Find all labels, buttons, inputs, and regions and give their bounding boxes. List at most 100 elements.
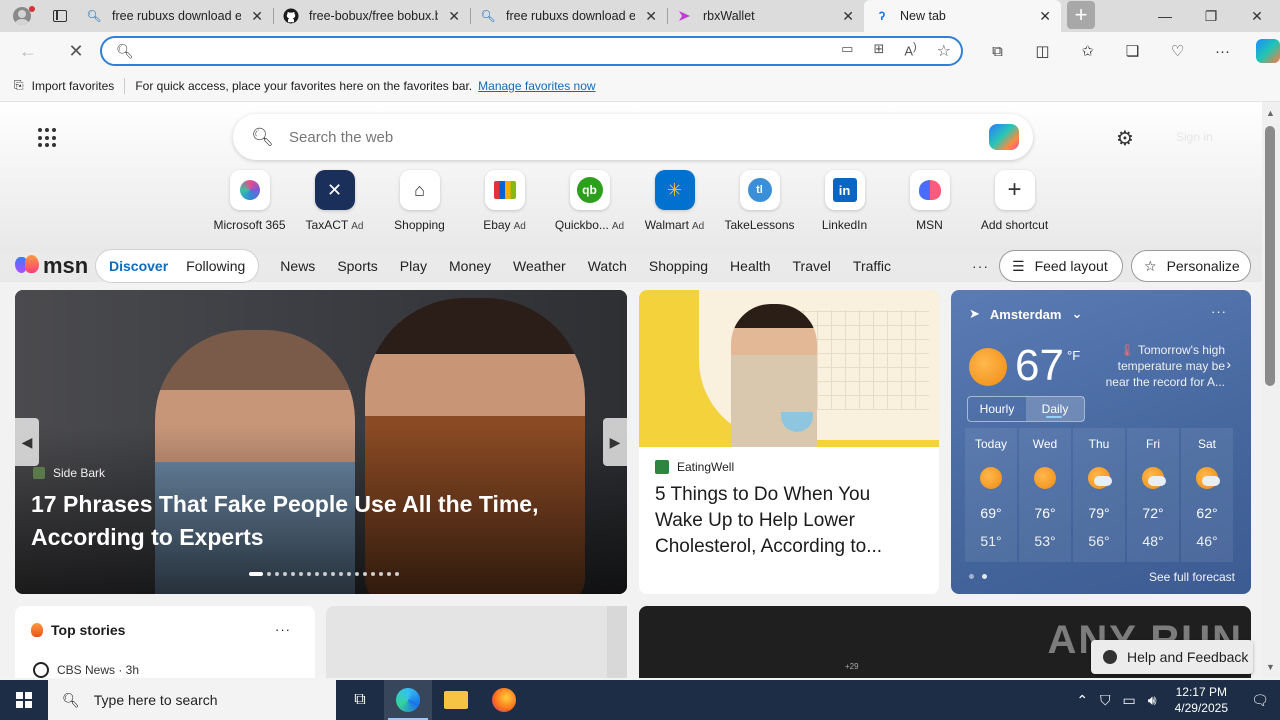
copilot-icon[interactable] — [989, 124, 1019, 150]
carousel-prev-button[interactable]: ◀ — [15, 418, 39, 466]
back-button[interactable]: ← — [10, 36, 46, 66]
forecast-day[interactable]: Today 69° 51° — [965, 428, 1017, 562]
tab-daily[interactable]: Daily — [1026, 397, 1084, 421]
close-tab-icon[interactable]: ✕ — [842, 8, 854, 25]
shortcut-walmart[interactable]: ✳ Walmart Ad — [632, 170, 717, 232]
tab-hourly[interactable]: Hourly — [968, 397, 1026, 421]
tab-3[interactable]: 🔍︎ free rubuxs download ex ✕ — [470, 0, 667, 32]
web-search-box[interactable]: 🔍︎ — [233, 114, 1033, 160]
more-categories-icon[interactable]: ··· — [972, 258, 989, 274]
tab-4[interactable]: rbxWallet ✕ — [667, 0, 864, 32]
category-news[interactable]: News — [269, 258, 326, 274]
shortcut-takelessons[interactable]: tl TakeLessons — [717, 170, 802, 232]
taskbar-edge[interactable] — [384, 680, 432, 720]
notifications-icon[interactable]: 🗨︎ — [1240, 680, 1280, 720]
task-view-icon[interactable]: ⧉ — [336, 680, 384, 720]
forecast-day[interactable]: Sat 62° 46° — [1181, 428, 1233, 562]
carousel-next-button[interactable]: ▶ — [603, 418, 627, 466]
sign-in-link[interactable]: Sign in — [1176, 130, 1213, 144]
page-scrollbar[interactable]: ▲ ▼ — [1262, 102, 1280, 678]
weather-alert[interactable]: 🌡︎ Tomorrow's high temperature may be ne… — [1095, 342, 1225, 390]
security-icon[interactable]: ⛉ — [1094, 692, 1117, 709]
help-and-feedback-button[interactable]: Help and Feedback — [1091, 640, 1253, 674]
shortcut-quickbooks[interactable]: qb Quickbo... Ad — [547, 170, 632, 232]
network-icon[interactable]: ▭ — [1117, 692, 1142, 709]
close-tab-icon[interactable]: ✕ — [645, 8, 657, 25]
category-play[interactable]: Play — [389, 258, 438, 274]
shortcut-msn[interactable]: MSN — [887, 170, 972, 232]
category-shopping[interactable]: Shopping — [638, 258, 719, 274]
close-tab-icon[interactable]: ✕ — [1039, 8, 1051, 25]
tab-actions-button[interactable] — [44, 0, 76, 32]
close-tab-icon[interactable]: ✕ — [448, 8, 460, 25]
category-sports[interactable]: Sports — [326, 258, 388, 274]
shortcut-linkedin[interactable]: in LinkedIn — [802, 170, 887, 232]
favorites-icon[interactable]: ✩ — [1065, 36, 1110, 66]
scroll-thumb[interactable] — [1265, 126, 1275, 386]
category-health[interactable]: Health — [719, 258, 781, 274]
category-traffic[interactable]: Traffic — [842, 258, 902, 274]
forecast-day[interactable]: Wed 76° 53° — [1019, 428, 1071, 562]
shortcut-ebay[interactable]: Ebay Ad — [462, 170, 547, 232]
extensions-icon[interactable]: ⧉ — [975, 36, 1020, 66]
hero-title[interactable]: 17 Phrases That Fake People Use All the … — [31, 488, 591, 554]
tab-new-tab[interactable]: ʔ New tab ✕ — [864, 0, 1061, 32]
feed-layout-button[interactable]: ☰ Feed layout — [999, 250, 1123, 282]
profile-button[interactable] — [0, 0, 44, 32]
tab-2[interactable]: free-bobux/free bobux.b ✕ — [273, 0, 470, 32]
gear-icon[interactable]: ⚙ — [1116, 126, 1134, 151]
see-full-forecast-link[interactable]: See full forecast — [1149, 570, 1235, 584]
browser-essentials-icon[interactable]: ♡ — [1155, 36, 1200, 66]
web-search-input[interactable] — [289, 128, 989, 146]
stop-loading-button[interactable]: ✕ — [58, 36, 94, 66]
category-money[interactable]: Money — [438, 258, 502, 274]
clock[interactable]: 12:17 PM 4/29/2025 — [1163, 684, 1240, 716]
volume-icon[interactable]: 🔊︎ — [1142, 692, 1163, 709]
scroll-down-arrow-icon[interactable]: ▼ — [1266, 662, 1275, 672]
more-menu-icon[interactable]: ··· — [1200, 36, 1245, 66]
device-icon[interactable]: ▭ — [841, 41, 853, 61]
category-weather[interactable]: Weather — [502, 258, 577, 274]
address-input[interactable] — [147, 43, 842, 59]
app-launcher-icon[interactable] — [38, 128, 58, 148]
more-options-icon[interactable]: ··· — [275, 622, 291, 637]
start-button[interactable] — [0, 680, 48, 720]
manage-favorites-link[interactable]: Manage favorites now — [478, 79, 595, 93]
add-shortcut-button[interactable]: + Add shortcut — [972, 170, 1057, 232]
close-tab-icon[interactable]: ✕ — [251, 8, 263, 25]
weather-location[interactable]: ➤ Amsterdam ⌄ — [969, 306, 1082, 322]
category-travel[interactable]: Travel — [782, 258, 842, 274]
scroll-up-arrow-icon[interactable]: ▲ — [1266, 108, 1275, 118]
taskbar-file-explorer[interactable] — [432, 680, 480, 720]
list-item[interactable]: CBS News · 3h — [33, 662, 139, 678]
article-card[interactable]: EatingWell 5 Things to Do When You Wake … — [639, 290, 939, 594]
shortcut-shopping[interactable]: ⌂ Shopping — [377, 170, 462, 232]
split-screen-icon[interactable]: ◫ — [1020, 36, 1065, 66]
tab-1[interactable]: 🔍︎ free rubuxs download ex ✕ — [76, 0, 273, 32]
weather-card[interactable]: ➤ Amsterdam ⌄ ··· 67 °F 🌡︎ Tomorrow's hi… — [951, 290, 1251, 594]
restore-icon[interactable]: ❐ — [1188, 0, 1234, 32]
taskbar-firefox[interactable] — [480, 680, 528, 720]
close-window-icon[interactable]: ✕ — [1234, 0, 1280, 32]
tab-discover[interactable]: Discover — [100, 258, 177, 274]
shortcut-microsoft-365[interactable]: Microsoft 365 — [207, 170, 292, 232]
address-bar[interactable]: 🔍︎ ▭ ⊞ A) ☆ — [100, 36, 963, 66]
more-options-icon[interactable]: ··· — [1211, 304, 1227, 319]
article-title[interactable]: 5 Things to Do When You Wake Up to Help … — [655, 482, 923, 560]
chevron-up-icon[interactable]: ⌃ — [1070, 692, 1094, 709]
category-watch[interactable]: Watch — [577, 258, 638, 274]
hero-carousel[interactable]: ◀ ▶ Side Bark 17 Phrases That Fake Peopl… — [15, 290, 627, 594]
tab-following[interactable]: Following — [177, 258, 254, 274]
minimize-icon[interactable]: — — [1142, 0, 1188, 32]
favorite-star-icon[interactable]: ☆ — [937, 41, 951, 61]
read-aloud-icon[interactable]: A) — [904, 41, 916, 61]
apps-icon[interactable]: ⊞ — [873, 41, 884, 61]
forecast-day[interactable]: Fri 72° 48° — [1127, 428, 1179, 562]
new-tab-button[interactable]: + — [1067, 1, 1095, 29]
import-favorites-button[interactable]: ⎘ Import favorites — [14, 78, 114, 93]
personalize-button[interactable]: ☆ Personalize — [1131, 250, 1251, 282]
shortcut-taxact[interactable]: ✕ TaxACT Ad — [292, 170, 377, 232]
copilot-button[interactable] — [1245, 36, 1280, 66]
msn-logo[interactable]: msn — [15, 253, 95, 279]
chevron-right-icon[interactable]: › — [1226, 356, 1231, 372]
